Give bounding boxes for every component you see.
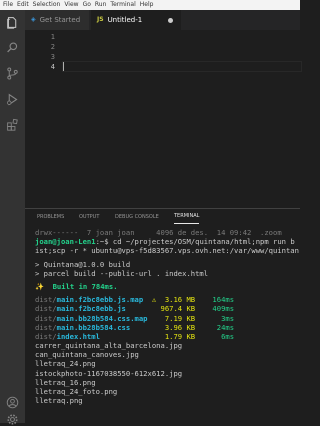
file-list-item: can_quintana_canoves.jpg xyxy=(35,350,139,360)
unsaved-dot-icon[interactable] xyxy=(168,17,173,23)
build-output-row: dist/main.f2bc8ebb.js 967.4 KB 409ms xyxy=(35,304,300,313)
dist-prefix: dist/ xyxy=(35,322,57,332)
file-list-item: lletraq.png xyxy=(35,396,83,406)
tab-untitled-1[interactable]: JS Untitled-1 xyxy=(91,10,181,30)
terminal-prompt-line: joan@joan-Len1:~$ cd ~/projectes/OSM/qui… xyxy=(35,237,300,246)
menu-edit[interactable]: Edit xyxy=(17,0,29,10)
output-file: main.bb28b584.css.map xyxy=(56,313,152,323)
output-time: 164ms xyxy=(195,295,235,305)
file-list-item: carrer_quintana_alta_barcelona.jpg xyxy=(35,341,183,351)
output-size: 7.19 KB xyxy=(160,313,196,323)
search-icon[interactable] xyxy=(6,41,19,54)
output-time: 24ms xyxy=(195,322,235,332)
build-output-row: dist/main.bb28b584.css 3.96 KB 24ms xyxy=(35,323,300,332)
warning-icon: ⚠ xyxy=(151,295,161,305)
sparkles-icon: ✨ xyxy=(35,281,44,291)
panel-tabs: PROBLEMS OUTPUT DEBUG CONSOLE TERMINAL xyxy=(25,209,300,225)
output-time: 409ms xyxy=(195,304,235,314)
js-icon: JS xyxy=(97,16,104,23)
tab-label: Untitled-1 xyxy=(107,16,143,24)
menu-go[interactable]: Go xyxy=(83,0,91,10)
tab-debug-console[interactable]: DEBUG CONSOLE xyxy=(115,209,159,225)
file-list-item: lletraq_24_foto.png xyxy=(35,387,118,396)
activity-bar xyxy=(0,10,25,426)
menu-file[interactable]: File xyxy=(3,0,13,10)
build-status: Built in 784ms. xyxy=(52,281,118,291)
terminal-output[interactable]: drwx------ 7 joan joan 4096 de des. 14 0… xyxy=(35,228,300,424)
editor-area[interactable]: 1 2 3 4 xyxy=(25,30,302,208)
menu-run[interactable]: Run xyxy=(95,0,107,10)
output-size: 3.16 MB xyxy=(160,295,196,305)
menu-selection[interactable]: Selection xyxy=(33,0,61,10)
menu-help[interactable]: Help xyxy=(140,0,154,10)
output-size: 967.4 KB xyxy=(160,304,196,314)
output-time: 6ms xyxy=(195,331,235,341)
line-number: 2 xyxy=(50,43,55,51)
prompt-command: :~$ cd ~/projectes/OSM/quintana/html;npm… xyxy=(95,237,295,247)
output-size: 1.79 KB xyxy=(160,331,196,341)
current-line-highlight xyxy=(62,61,302,72)
build-status-line: ✨ Built in 784ms. xyxy=(35,282,300,291)
vscode-icon: ◈ xyxy=(31,16,36,23)
line-number: 4 xyxy=(50,63,55,71)
bottom-panel: PROBLEMS OUTPUT DEBUG CONSOLE TERMINAL d… xyxy=(25,208,300,423)
dist-prefix: dist/ xyxy=(35,331,57,341)
line-number: 3 xyxy=(50,53,55,61)
dist-prefix: dist/ xyxy=(35,295,57,305)
menu-view[interactable]: View xyxy=(64,0,78,10)
terminal-line: > parcel build --public-url . index.html xyxy=(35,268,209,278)
tab-problems[interactable]: PROBLEMS xyxy=(37,209,64,225)
build-output-row: dist/main.f2bc8ebb.js.map ⚠ 3.16 MB 164m… xyxy=(35,295,300,304)
build-output-row: dist/index.html 1.79 KB 6ms xyxy=(35,332,300,341)
build-output-row: dist/main.bb28b584.css.map 7.19 KB 3ms xyxy=(35,314,300,323)
warning-icon xyxy=(152,314,161,323)
output-file: main.f2bc8ebb.js xyxy=(56,304,152,314)
warning-icon xyxy=(152,332,161,341)
file-list-item: lletraq_16.png xyxy=(35,377,96,387)
output-size: 3.96 KB xyxy=(160,322,196,332)
output-file: main.bb28b584.css xyxy=(56,322,152,332)
output-file: index.html xyxy=(56,331,152,341)
menu-bar: File Edit Selection View Go Run Terminal… xyxy=(0,0,300,10)
dist-prefix: dist/ xyxy=(35,313,57,323)
line-number: 1 xyxy=(50,33,55,41)
tab-terminal[interactable]: TERMINAL xyxy=(174,209,200,224)
text-cursor xyxy=(63,62,64,71)
prompt-user: joan@joan-Len1 xyxy=(35,237,96,247)
run-debug-icon[interactable] xyxy=(6,93,19,106)
tab-label: Get Started xyxy=(39,16,81,24)
explorer-icon[interactable] xyxy=(6,16,19,29)
terminal-line: ist;scp -r * ubuntu@vps-f5d83567.vps.ovh… xyxy=(35,246,299,256)
accounts-icon[interactable] xyxy=(6,396,19,409)
tab-get-started[interactable]: ◈ Get Started xyxy=(25,10,89,30)
tab-output[interactable]: OUTPUT xyxy=(79,209,99,225)
extensions-icon[interactable] xyxy=(6,118,19,131)
warning-icon xyxy=(152,304,161,313)
line-number-gutter: 1 2 3 4 xyxy=(25,32,55,72)
terminal-line: > Quintana@1.0.0 build xyxy=(35,259,131,269)
editor-tab-bar: ◈ Get Started JS Untitled-1 xyxy=(25,10,300,30)
output-file: main.f2bc8ebb.js.map xyxy=(56,295,152,305)
warning-icon xyxy=(152,323,161,332)
source-control-icon[interactable] xyxy=(6,67,19,80)
menu-terminal[interactable]: Terminal xyxy=(110,0,135,10)
file-list-item: istockphoto-1167038550-612x612.jpg xyxy=(35,368,183,378)
dist-prefix: dist/ xyxy=(35,304,57,314)
settings-gear-icon[interactable] xyxy=(6,413,19,426)
output-time: 3ms xyxy=(195,313,235,323)
file-list-item: lletraq_24.png xyxy=(35,359,96,369)
terminal-line: drwx------ 7 joan joan 4096 de des. 14 0… xyxy=(35,228,282,237)
